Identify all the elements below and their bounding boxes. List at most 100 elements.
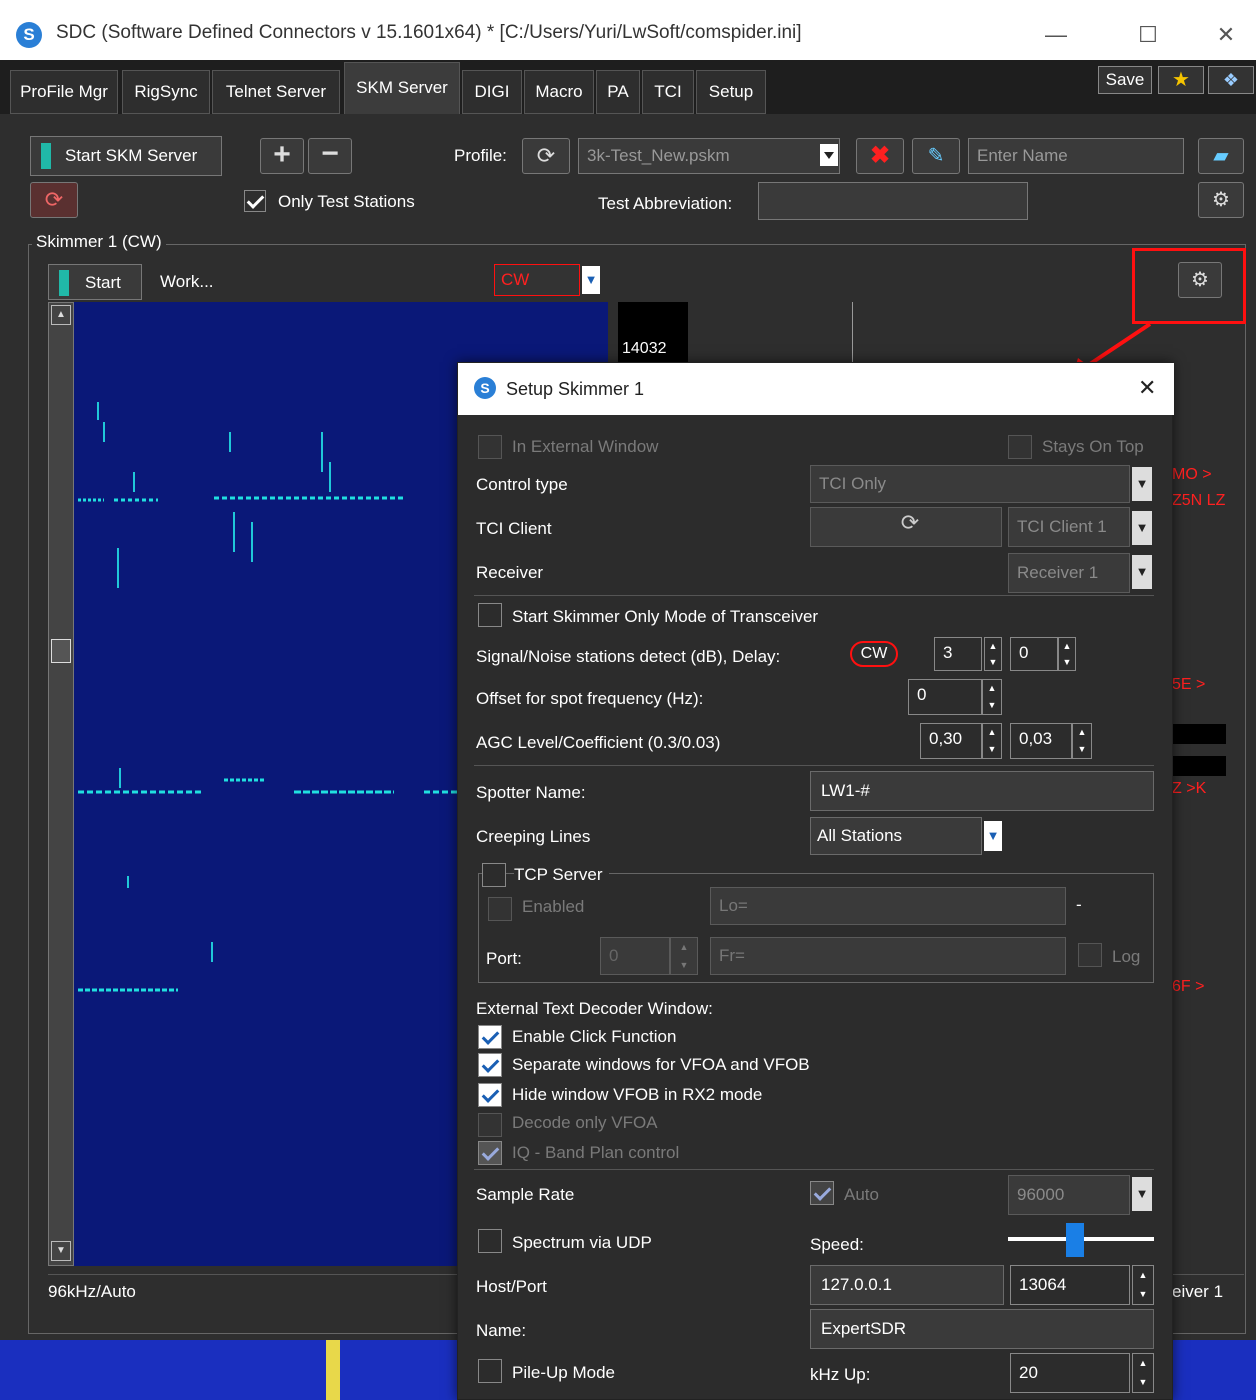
minimize-button[interactable]: — [1036,18,1076,52]
separator-1 [474,595,1154,596]
gear-icon[interactable]: ⚙ [1198,182,1244,218]
waterfall-scrollbar[interactable]: ▲ ▼ [48,302,74,1266]
sample-rate-chevron-icon[interactable]: ▼ [1132,1177,1152,1211]
speed-slider-thumb[interactable] [1065,1223,1084,1257]
scale-divider [852,302,853,364]
iq-band-plan-checkbox[interactable] [478,1141,502,1165]
tci-refresh-icon[interactable]: ⟳ [810,507,1002,547]
star-icon[interactable]: ★ [1158,66,1204,94]
khz-up-spinbox[interactable]: 20 [1010,1353,1130,1393]
agc-coef-spinbox[interactable]: 0,03 [1010,723,1072,759]
hide-vfob-checkbox[interactable] [478,1083,502,1107]
pileup-checkbox[interactable] [478,1359,502,1383]
control-type-chevron-icon[interactable]: ▼ [1132,467,1152,501]
bird-icon[interactable]: ❖ [1208,66,1254,94]
add-icon[interactable]: + [260,138,304,174]
mode-select[interactable]: CW [494,264,580,296]
offset-spin-arrows[interactable]: ▲ ▼ [982,679,1002,715]
agc-level-spinbox[interactable]: 0,30 [920,723,982,759]
stays-on-top-checkbox[interactable] [1008,435,1032,459]
sample-rate-select[interactable]: 96000 [1008,1175,1130,1215]
tab-macro[interactable]: Macro [524,70,594,114]
call-label-3: 5E > [1172,676,1206,693]
tab-pa[interactable]: PA [596,70,640,114]
start-skimmer-only-checkbox[interactable] [478,603,502,627]
control-type-select[interactable]: TCI Only [810,465,1130,503]
remove-icon[interactable]: − [308,138,352,174]
profile-select[interactable]: 3k-Test_New.pskm [578,138,840,174]
tab-setup[interactable]: Setup [696,70,766,114]
tab-digi[interactable]: DIGI [462,70,522,114]
frequency-marker: 14032 [622,340,667,357]
khz-up-spin-arrows[interactable]: ▲ ▼ [1132,1353,1154,1393]
scroll-up-icon[interactable]: ▲ [51,305,71,325]
start-skm-server-button[interactable]: Start SKM Server [30,136,222,176]
tab-telnet-server[interactable]: Telnet Server [212,70,340,114]
bandwidth-status: 96kHz/Auto [48,1282,136,1301]
sample-auto-checkbox[interactable] [810,1181,834,1205]
decode-only-vfoa-checkbox[interactable] [478,1113,502,1137]
offset-label: Offset for spot frequency (Hz): [476,689,704,708]
delay-spinbox[interactable]: 0 [1010,637,1058,671]
tab-rigsync[interactable]: RigSync [122,70,210,114]
tcp-server-checkbox[interactable] [482,863,506,887]
tab-skm-server[interactable]: SKM Server [344,62,460,114]
reset-icon[interactable]: ⟳ [30,182,78,218]
refresh-profile-icon[interactable]: ⟳ [522,138,570,174]
host-input[interactable]: 127.0.0.1 [810,1265,1004,1305]
edit-icon[interactable]: ✎ [912,138,960,174]
snr-spinbox[interactable]: 3 [934,637,982,671]
dialog-logo-icon: S [474,377,496,399]
offset-spinbox[interactable]: 0 [908,679,982,715]
skimmer-start-button[interactable]: Start [48,264,142,300]
separator-2 [474,765,1154,766]
profile-name-input[interactable]: Enter Name [968,138,1184,174]
maximize-button[interactable]: ☐ [1128,18,1168,52]
spotter-name-input[interactable]: LW1-# [810,771,1154,811]
spectrum-udp-checkbox[interactable] [478,1229,502,1253]
log-checkbox[interactable] [1078,943,1102,967]
status-indicator [41,143,51,169]
port-spin-arrows[interactable]: ▲ ▼ [670,937,698,975]
speed-label: Speed: [810,1235,864,1254]
creeping-lines-select[interactable]: All Stations [810,817,982,855]
tcp-enabled-checkbox[interactable] [488,897,512,921]
udp-port-spinbox[interactable]: 13064 [1010,1265,1130,1305]
agc-coef-spin-arrows[interactable]: ▲ ▼ [1072,723,1092,759]
tci-client-select[interactable]: TCI Client 1 [1008,507,1130,547]
creeping-chevron-icon[interactable]: ▼ [984,821,1002,851]
close-button[interactable]: ✕ [1206,18,1246,52]
chevron-down-icon[interactable] [820,144,838,166]
in-external-window-label: In External Window [512,437,659,456]
fr-input[interactable]: Fr= [710,937,1066,975]
save-button[interactable]: Save [1098,66,1152,94]
frequency-scale: 14032 [618,302,688,368]
dialog-close-icon[interactable]: ✕ [1138,375,1156,401]
folder-icon[interactable]: ▰ [1198,138,1244,174]
name-input[interactable]: ExpertSDR [810,1309,1154,1349]
enable-click-checkbox[interactable] [478,1025,502,1049]
tab-profile-mgr[interactable]: ProFile Mgr [10,70,118,114]
udp-port-spin-arrows[interactable]: ▲ ▼ [1132,1265,1154,1305]
snr-mode-badge: CW [850,641,898,667]
in-external-window-checkbox[interactable] [478,435,502,459]
receiver-chevron-icon[interactable]: ▼ [1132,555,1152,589]
spotter-name-label: Spotter Name: [476,783,586,802]
port-spinbox[interactable]: 0 [600,937,670,975]
agc-level-spin-arrows[interactable]: ▲ ▼ [982,723,1002,759]
receiver-select[interactable]: Receiver 1 [1008,553,1130,593]
tci-client-chevron-icon[interactable]: ▼ [1132,511,1152,545]
test-abbreviation-input[interactable] [758,182,1028,220]
lo-input[interactable]: Lo= [710,887,1066,925]
delay-spin-arrows[interactable]: ▲ ▼ [1058,637,1076,671]
tab-tci[interactable]: TCI [642,70,694,114]
only-test-stations-checkbox[interactable] [244,190,266,212]
scroll-down-icon[interactable]: ▼ [51,1241,71,1261]
lo-dash: - [1076,895,1082,914]
separate-windows-checkbox[interactable] [478,1053,502,1077]
snr-spin-arrows[interactable]: ▲ ▼ [984,637,1002,671]
mode-chevron-down-icon[interactable]: ▼ [582,266,600,294]
only-test-stations-label: Only Test Stations [278,192,415,211]
scroll-thumb[interactable] [51,639,71,663]
delete-icon[interactable]: ✖ [856,138,904,174]
